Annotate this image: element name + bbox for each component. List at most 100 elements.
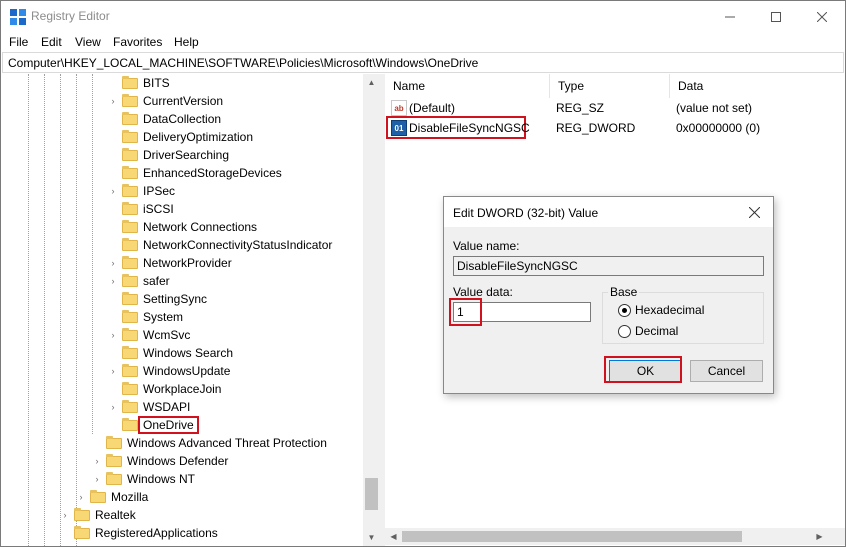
tree-item-settingsync[interactable]: SettingSync <box>108 290 207 308</box>
tree-item-label: EnhancedStorageDevices <box>143 166 282 180</box>
tree-item-mozilla[interactable]: › Mozilla <box>76 488 148 506</box>
folder-icon <box>122 148 138 161</box>
tree-item-networkconnectivitystatusindicator[interactable]: NetworkConnectivityStatusIndicator <box>108 236 332 254</box>
tree-item-safer[interactable]: › safer <box>108 272 170 290</box>
tree-item-label: DataCollection <box>143 112 222 126</box>
minimize-button[interactable] <box>707 1 753 32</box>
address-path: Computer\HKEY_LOCAL_MACHINE\SOFTWARE\Pol… <box>8 56 479 70</box>
tree-item-deliveryoptimization[interactable]: DeliveryOptimization <box>108 128 253 146</box>
decimal-radio[interactable]: Decimal <box>618 324 678 338</box>
tree-item-registeredapplications[interactable]: RegisteredApplications <box>60 524 218 542</box>
tree-item-onedrive[interactable]: OneDrive <box>108 416 199 434</box>
chevron-right-icon[interactable]: › <box>92 470 102 488</box>
chevron-right-icon[interactable]: › <box>108 92 118 110</box>
tree-item-networkprovider[interactable]: › NetworkProvider <box>108 254 232 272</box>
tree-item-label: SettingSync <box>143 292 208 306</box>
column-header-name[interactable]: Name <box>385 74 550 98</box>
tree-item-datacollection[interactable]: DataCollection <box>108 110 221 128</box>
folder-icon <box>90 490 106 503</box>
scroll-corner <box>828 528 845 545</box>
value-name-label: Value name: <box>453 239 520 253</box>
chevron-right-icon[interactable]: › <box>108 398 118 416</box>
folder-icon <box>122 274 138 287</box>
value-row-default[interactable]: ab (Default) REG_SZ (value not set) <box>385 98 845 118</box>
menu-edit[interactable]: Edit <box>41 35 62 49</box>
chevron-right-icon[interactable]: › <box>108 254 118 272</box>
column-header-type[interactable]: Type <box>550 74 670 98</box>
list-horizontal-scrollbar[interactable]: ◀ ▶ <box>385 528 828 545</box>
close-icon <box>817 11 827 22</box>
dialog-close-button[interactable] <box>740 201 768 223</box>
tree-item-label: Mozilla <box>111 490 149 504</box>
hexadecimal-radio[interactable]: Hexadecimal <box>618 303 704 317</box>
close-button[interactable] <box>799 1 845 32</box>
menu-favorites[interactable]: Favorites <box>113 35 162 49</box>
folder-icon <box>122 238 138 251</box>
tree-vertical-scrollbar[interactable]: ▲ ▼ <box>363 74 380 546</box>
tree-item-bits[interactable]: BITS <box>108 74 170 92</box>
value-name-field: DisableFileSyncNGSC <box>453 256 764 276</box>
tree-guide-line <box>60 74 61 546</box>
scroll-left-icon[interactable]: ◀ <box>385 528 402 545</box>
chevron-right-icon[interactable]: › <box>108 272 118 290</box>
column-header-data[interactable]: Data <box>670 74 845 98</box>
tree-item-currentversion[interactable]: › CurrentVersion <box>108 92 223 110</box>
tree-guide-line <box>44 74 45 546</box>
edit-dword-dialog: Edit DWORD (32-bit) Value Value name: Di… <box>443 196 774 394</box>
chevron-right-icon[interactable]: › <box>76 488 86 506</box>
tree-item-label: System <box>143 310 184 324</box>
base-label: Base <box>608 285 640 299</box>
tree-item-windows-advanced-threat-protection[interactable]: Windows Advanced Threat Protection <box>92 434 327 452</box>
tree-item-label: iSCSI <box>143 202 174 216</box>
scroll-down-icon[interactable]: ▼ <box>363 529 380 546</box>
folder-icon <box>122 256 138 269</box>
tree-item-realtek[interactable]: › Realtek <box>60 506 136 524</box>
scroll-up-icon[interactable]: ▲ <box>363 74 380 91</box>
decimal-label: Decimal <box>635 324 679 338</box>
address-bar[interactable]: Computer\HKEY_LOCAL_MACHINE\SOFTWARE\Pol… <box>2 52 844 73</box>
chevron-right-icon[interactable]: › <box>92 452 102 470</box>
tree-item-windows-nt[interactable]: › Windows NT <box>92 470 195 488</box>
chevron-right-icon[interactable]: › <box>108 362 118 380</box>
tree-item-driversearching[interactable]: DriverSearching <box>108 146 229 164</box>
tree-item-label: DeliveryOptimization <box>143 130 254 144</box>
tree-item-ipsec[interactable]: › IPSec <box>108 182 175 200</box>
maximize-icon <box>771 11 781 22</box>
folder-icon <box>74 508 90 521</box>
tree-item-wcmsvc[interactable]: › WcmSvc <box>108 326 190 344</box>
tree-item-label: OneDrive <box>138 416 199 434</box>
cancel-button[interactable]: Cancel <box>690 360 763 382</box>
tree-item-windows-search[interactable]: Windows Search <box>108 344 233 362</box>
tree-scroll-thumb[interactable] <box>365 478 378 510</box>
tree-item-network-connections[interactable]: Network Connections <box>108 218 257 236</box>
tree-pane[interactable]: BITS › CurrentVersion DataCollection Deliver… <box>2 74 380 546</box>
menu-view[interactable]: View <box>75 35 101 49</box>
tree-item-wsdapi[interactable]: › WSDAPI <box>108 398 190 416</box>
tree-item-windowsupdate[interactable]: › WindowsUpdate <box>108 362 230 380</box>
scroll-right-icon[interactable]: ▶ <box>811 528 828 545</box>
tree-item-iscsi[interactable]: iSCSI <box>108 200 174 218</box>
folder-icon <box>122 418 138 431</box>
folder-icon <box>106 472 122 485</box>
chevron-right-icon[interactable]: › <box>60 506 70 524</box>
value-row-disablefilesyncngsc[interactable]: 01 DisableFileSyncNGSC REG_DWORD 0x00000… <box>385 116 845 139</box>
maximize-button[interactable] <box>753 1 799 32</box>
chevron-right-icon[interactable]: › <box>108 182 118 200</box>
tree-item-system[interactable]: System <box>108 308 183 326</box>
tree-item-windows-defender[interactable]: › Windows Defender <box>92 452 228 470</box>
menu-file[interactable]: File <box>9 35 28 49</box>
tree-guide-line <box>76 74 77 546</box>
tree-item-enhancedstoragedevices[interactable]: EnhancedStorageDevices <box>108 164 282 182</box>
chevron-right-icon[interactable]: › <box>108 326 118 344</box>
folder-icon <box>122 328 138 341</box>
list-scroll-thumb[interactable] <box>402 531 742 542</box>
menu-help[interactable]: Help <box>174 35 199 49</box>
minimize-icon <box>725 16 735 17</box>
tree-item-workplacejoin[interactable]: WorkplaceJoin <box>108 380 221 398</box>
